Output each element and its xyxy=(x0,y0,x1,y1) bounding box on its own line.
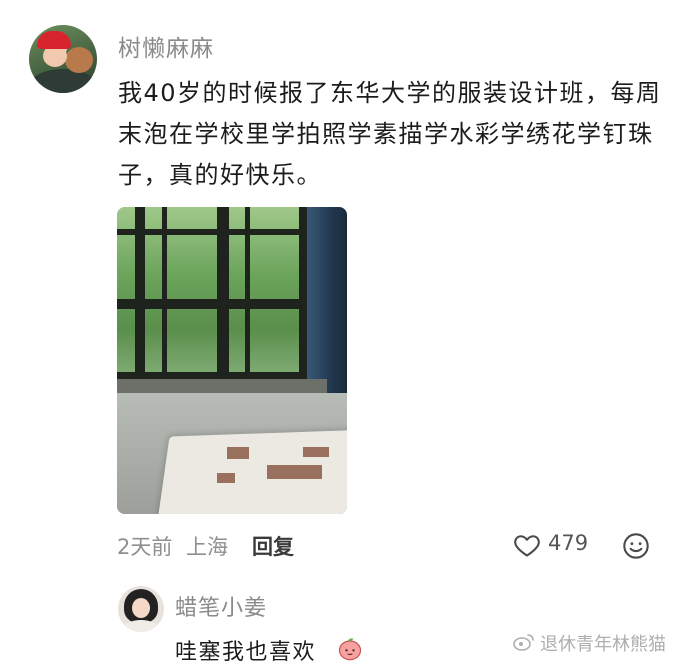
watermark-text: 退休青年林熊猫 xyxy=(540,634,666,655)
avatar-dog-shape xyxy=(65,47,93,73)
avatar-body-shape xyxy=(124,620,158,632)
comment-location: 上海 xyxy=(186,535,228,559)
photo-window-frame xyxy=(117,299,312,309)
photo-window-sill xyxy=(117,379,327,393)
comment-avatar[interactable] xyxy=(29,25,97,93)
comment-text: 我40岁的时候报了东华大学的服装设计班，每周末泡在学校里学拍照学素描学水彩学绣花… xyxy=(118,79,662,189)
weibo-logo-icon xyxy=(513,634,534,651)
smiley-face-icon[interactable] xyxy=(622,532,650,560)
photo-sketch-mark xyxy=(303,447,329,457)
photo-sketch-mark xyxy=(227,447,249,459)
reply-username[interactable]: 蜡笔小姜 xyxy=(175,590,267,622)
comment-photo[interactable] xyxy=(117,207,347,514)
comment-time: 2天前 xyxy=(117,535,173,559)
heart-outline-icon[interactable] xyxy=(513,531,541,559)
comment-username[interactable]: 树懒麻麻 xyxy=(118,29,214,63)
avatar-cap-shape xyxy=(37,31,71,49)
photo-sketch-mark xyxy=(267,465,322,479)
reply-text: 哇塞我也喜欢 xyxy=(175,640,317,665)
avatar-body-shape xyxy=(31,69,95,93)
avatar-face-shape xyxy=(132,598,150,618)
photo-sketch-mark xyxy=(217,473,235,483)
photo-window-frame xyxy=(117,229,312,235)
reply-avatar[interactable] xyxy=(118,586,164,632)
like-count: 479 xyxy=(548,531,589,555)
reply-button[interactable]: 回复 xyxy=(252,531,294,561)
